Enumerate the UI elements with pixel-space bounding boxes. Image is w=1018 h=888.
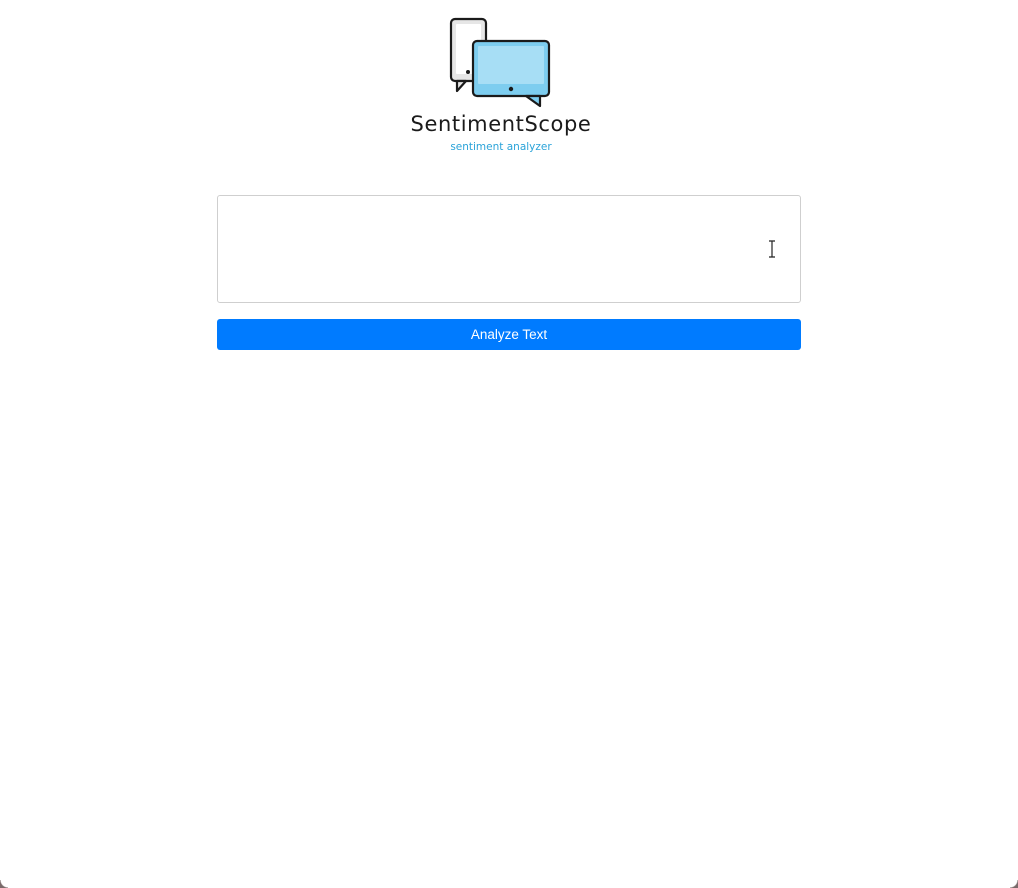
brand-name: SentimentScope <box>410 112 592 136</box>
analyze-text-button[interactable]: Analyze Text <box>217 319 801 350</box>
text-input[interactable] <box>217 195 801 303</box>
brand-tagline: sentiment analyzer <box>450 141 552 153</box>
chat-devices-icon <box>449 17 551 108</box>
app-page: SentimentScope sentiment analyzer Analyz… <box>0 0 1018 888</box>
window-corner <box>1010 880 1018 888</box>
text-cursor-icon <box>769 240 775 258</box>
window-corner <box>0 880 8 888</box>
brand-logo: SentimentScope sentiment analyzer <box>400 14 610 159</box>
